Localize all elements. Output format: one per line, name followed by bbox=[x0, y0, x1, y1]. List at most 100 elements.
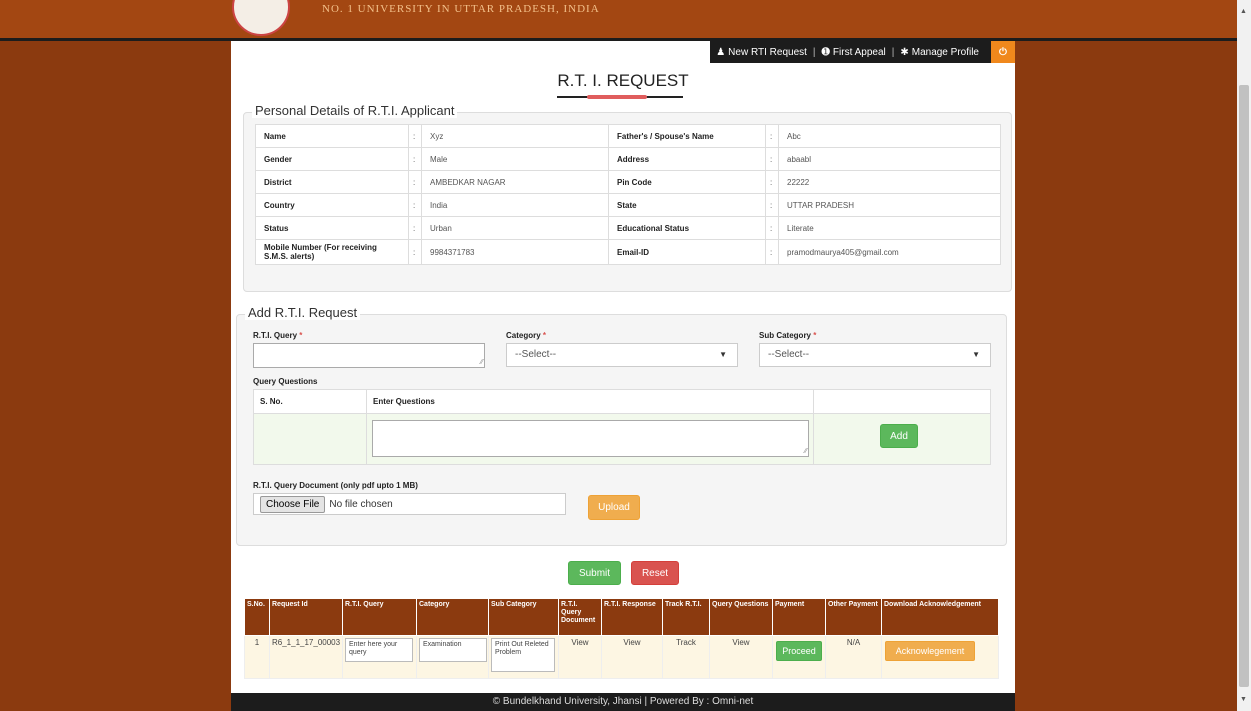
detail-row: Name: Xyz Father's / Spouse's Name: Abc bbox=[255, 124, 1001, 148]
detail-value: abaabl bbox=[778, 147, 1001, 171]
view-document-link[interactable]: View bbox=[558, 635, 602, 679]
column-header: Category bbox=[416, 598, 489, 636]
top-nav: ♟ New RTI Request | ➊ First Appeal | ✱ Mana… bbox=[710, 41, 1015, 63]
detail-colon: : bbox=[408, 124, 422, 148]
category-label: Category * bbox=[506, 331, 547, 340]
subcategory-label: Sub Category * bbox=[759, 331, 817, 340]
detail-value: 22222 bbox=[778, 170, 1001, 194]
proceed-button[interactable]: Proceed bbox=[776, 641, 822, 661]
gear-icon: ✱ bbox=[900, 46, 909, 58]
detail-row: District: AMBEDKAR NAGAR Pin Code:22222 bbox=[255, 170, 1001, 194]
rti-query-input[interactable]: ⁄⁄ bbox=[253, 343, 485, 368]
column-header: Sub Category bbox=[488, 598, 559, 636]
choose-file-button[interactable]: Choose File bbox=[260, 495, 326, 513]
detail-value: 9984371783 bbox=[421, 239, 609, 265]
file-input[interactable]: Choose File No file chosen bbox=[253, 493, 566, 515]
cell-query: Enter here your query bbox=[342, 635, 417, 679]
query-textarea[interactable]: Enter here your query bbox=[345, 638, 413, 662]
detail-colon: : bbox=[765, 193, 779, 217]
view-questions-link[interactable]: View bbox=[709, 635, 773, 679]
col-enter-questions: Enter Questions bbox=[366, 389, 814, 414]
cell-payment: Proceed bbox=[772, 635, 826, 679]
detail-row: Gender: Male Address: abaabl bbox=[255, 147, 1001, 171]
info-icon: ➊ bbox=[821, 46, 830, 58]
rti-query-label: R.T.I. Query * bbox=[253, 331, 303, 340]
subcategory-textarea[interactable]: Print Out Releted Problem bbox=[491, 638, 555, 672]
detail-label: Mobile Number (For receiving S.M.S. aler… bbox=[255, 239, 409, 265]
university-tagline: NO. 1 UNIVERSITY IN UTTAR PRADESH, INDIA bbox=[322, 3, 600, 15]
nav-first-appeal[interactable]: ➊ First Appeal bbox=[816, 47, 892, 58]
main-content: ♟ New RTI Request | ➊ First Appeal | ✱ Mana… bbox=[231, 41, 1015, 694]
upload-button[interactable]: Upload bbox=[588, 495, 640, 520]
column-header: R.T.I. Query Document bbox=[558, 598, 602, 636]
detail-label: State bbox=[608, 193, 766, 217]
detail-value: Xyz bbox=[421, 124, 609, 148]
subcategory-select[interactable]: --Select-- ▼ bbox=[759, 343, 991, 367]
scroll-up-icon[interactable]: ▲ bbox=[1240, 8, 1247, 15]
category-select[interactable]: --Select-- ▼ bbox=[506, 343, 738, 367]
detail-label: Address bbox=[608, 147, 766, 171]
detail-colon: : bbox=[408, 147, 422, 171]
detail-colon: : bbox=[408, 193, 422, 217]
detail-colon: : bbox=[408, 170, 422, 194]
site-header: NO. 1 UNIVERSITY IN UTTAR PRADESH, INDIA bbox=[0, 0, 1237, 41]
add-question-button[interactable]: Add bbox=[880, 424, 918, 448]
cell-other-payment: N/A bbox=[825, 635, 882, 679]
detail-value: pramodmaurya405@gmail.com bbox=[778, 239, 1001, 265]
university-logo bbox=[232, 0, 290, 36]
personal-details-legend: Personal Details of R.T.I. Applicant bbox=[252, 103, 458, 118]
file-status: No file chosen bbox=[329, 498, 393, 510]
add-rti-legend: Add R.T.I. Request bbox=[245, 305, 361, 320]
power-icon[interactable]: ⏻ bbox=[991, 41, 1015, 63]
detail-label: Email-ID bbox=[608, 239, 766, 265]
question-input[interactable]: ⁄⁄ bbox=[372, 420, 809, 457]
detail-row: Status: Urban Educational Status: Literate bbox=[255, 216, 1001, 240]
user-icon: ♟ bbox=[716, 46, 726, 58]
detail-colon: : bbox=[408, 239, 422, 265]
column-header: Query Questions bbox=[709, 598, 773, 636]
nav-new-rti[interactable]: ♟ New RTI Request bbox=[710, 47, 813, 58]
detail-value: AMBEDKAR NAGAR bbox=[421, 170, 609, 194]
acknowledgement-button[interactable]: Acknowlegement bbox=[885, 641, 975, 661]
detail-label: Father's / Spouse's Name bbox=[608, 124, 766, 148]
add-cell: Add bbox=[813, 413, 991, 465]
track-rti-link[interactable]: Track bbox=[662, 635, 710, 679]
column-header: S.No. bbox=[244, 598, 270, 636]
column-header: Download Acknowledgement bbox=[881, 598, 999, 636]
detail-colon: : bbox=[765, 170, 779, 194]
column-header: R.T.I. Response bbox=[601, 598, 663, 636]
nav-manage-profile[interactable]: ✱ Manage Profile bbox=[894, 47, 985, 58]
add-rti-panel: Add R.T.I. Request R.T.I. Query * ⁄⁄ Cat… bbox=[236, 305, 1007, 546]
query-document-label: R.T.I. Query Document (only pdf upto 1 M… bbox=[253, 481, 418, 490]
detail-label: Name bbox=[255, 124, 409, 148]
column-header: Other Payment bbox=[825, 598, 882, 636]
chevron-down-icon: ▼ bbox=[972, 350, 980, 359]
submit-button[interactable]: Submit bbox=[568, 561, 621, 585]
detail-value: India bbox=[421, 193, 609, 217]
detail-colon: : bbox=[765, 216, 779, 240]
column-header: Payment bbox=[772, 598, 826, 636]
scroll-thumb[interactable] bbox=[1239, 85, 1249, 687]
col-action bbox=[813, 389, 991, 414]
title-underline bbox=[557, 95, 683, 99]
reset-button[interactable]: Reset bbox=[631, 561, 679, 585]
detail-value: Literate bbox=[778, 216, 1001, 240]
page-footer: © Bundelkhand University, Jhansi | Power… bbox=[231, 693, 1015, 711]
scroll-down-icon[interactable]: ▼ bbox=[1240, 696, 1247, 703]
cell-subcategory: Print Out Releted Problem bbox=[488, 635, 559, 679]
category-textarea[interactable]: Examination bbox=[419, 638, 487, 662]
cell-category: Examination bbox=[416, 635, 489, 679]
query-questions-label: Query Questions bbox=[253, 377, 318, 386]
personal-details-table: Name: Xyz Father's / Spouse's Name: Abc Gend… bbox=[255, 124, 1001, 265]
detail-value: Male bbox=[421, 147, 609, 171]
detail-label: Pin Code bbox=[608, 170, 766, 194]
detail-row: Country: India State: UTTAR PRADESH bbox=[255, 193, 1001, 217]
column-header: R.T.I. Query bbox=[342, 598, 417, 636]
detail-label: Educational Status bbox=[608, 216, 766, 240]
detail-label: Country bbox=[255, 193, 409, 217]
page-scrollbar[interactable]: ▲ ▼ bbox=[1237, 0, 1251, 711]
cell-request-id: R6_1_1_17_00003 bbox=[269, 635, 343, 679]
detail-colon: : bbox=[408, 216, 422, 240]
detail-value: Abc bbox=[778, 124, 1001, 148]
view-response-link[interactable]: View bbox=[601, 635, 663, 679]
